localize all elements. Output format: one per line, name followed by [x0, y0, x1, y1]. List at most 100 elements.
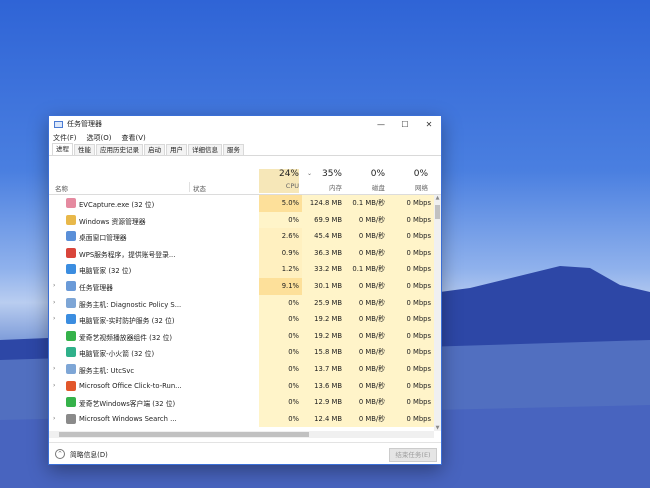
tab-app-history[interactable]: 应用历史记录: [96, 144, 143, 155]
tab-startup[interactable]: 启动: [144, 144, 165, 155]
process-icon: [66, 247, 76, 258]
table-row[interactable]: 桌面窗口管理器 2.6% 45.4 MB 0 MB/秒 0 Mbps: [49, 228, 434, 245]
column-disk[interactable]: 0% 磁盘: [345, 169, 385, 192]
cpu-value: 5.0%: [259, 195, 302, 212]
network-value: 0 Mbps: [388, 327, 434, 345]
expand-chevron-icon[interactable]: ›: [53, 315, 55, 322]
memory-value: 36.3 MB: [302, 244, 345, 262]
memory-value: 12.4 MB: [302, 410, 345, 428]
cpu-value: 0%: [259, 360, 302, 378]
disk-value: 0 MB/秒: [345, 277, 388, 295]
table-row[interactable]: 爱奇艺视频播放器组件 (32 位) 0% 19.2 MB 0 MB/秒 0 Mbps: [49, 327, 434, 345]
table-row[interactable]: 电脑管家 (32 位) 1.2% 33.2 MB 0.1 MB/秒 0 Mbps: [49, 261, 434, 278]
tab-processes[interactable]: 进程: [52, 143, 73, 155]
less-details-link[interactable]: 简略信息(D): [70, 449, 108, 459]
scroll-thumb[interactable]: [435, 205, 440, 219]
column-status[interactable]: 状态: [193, 183, 206, 193]
table-row[interactable]: › 服务主机: Diagnostic Policy S... 0% 25.9 MB 0 …: [49, 294, 434, 312]
menu-view[interactable]: 查看(V): [121, 133, 145, 143]
memory-value: 15.8 MB: [302, 344, 345, 361]
process-name: 服务主机: Diagnostic Policy S...: [79, 300, 182, 309]
process-rows: EVCapture.exe (32 位) 5.0% 124.8 MB 0.1 MB/秒…: [49, 195, 434, 431]
expand-chevron-icon[interactable]: ›: [53, 415, 55, 422]
table-row[interactable]: › 任务管理器 9.1% 30.1 MB 0 MB/秒 0 Mbps: [49, 277, 434, 295]
process-name: 电脑管家-小火箭 (32 位): [79, 350, 155, 359]
maximize-button[interactable]: ☐: [393, 116, 417, 132]
memory-label: 内存: [329, 184, 342, 192]
expand-chevron-icon[interactable]: ›: [53, 382, 55, 389]
menu-options[interactable]: 选项(O): [87, 133, 112, 143]
column-divider[interactable]: [189, 182, 190, 192]
process-icon: [66, 380, 76, 391]
table-row[interactable]: › 服务主机: UtcSvc 0% 13.7 MB 0 MB/秒 0 Mbps: [49, 360, 434, 378]
tab-services[interactable]: 服务: [223, 144, 244, 155]
close-button[interactable]: ✕: [417, 116, 441, 132]
cpu-value: 1.2%: [259, 261, 302, 278]
minimize-button[interactable]: —: [369, 116, 393, 132]
column-memory[interactable]: 35% 内存: [302, 169, 342, 192]
cpu-value: 0%: [259, 394, 302, 411]
memory-value: 12.9 MB: [302, 394, 345, 411]
vertical-scrollbar[interactable]: ▲ ▼: [434, 195, 441, 431]
memory-value: 45.4 MB: [302, 228, 345, 245]
process-name: 爱奇艺Windows客户端 (32 位): [79, 400, 176, 409]
process-icon: [66, 413, 76, 424]
table-row[interactable]: › Microsoft Office Click-to-Run... 0% 13.6 …: [49, 377, 434, 395]
process-name: 桌面窗口管理器: [79, 234, 127, 243]
memory-value: 13.6 MB: [302, 377, 345, 395]
table-row[interactable]: EVCapture.exe (32 位) 5.0% 124.8 MB 0.1 MB/秒…: [49, 195, 434, 212]
menu-file[interactable]: 文件(F): [53, 133, 77, 143]
scroll-up-icon[interactable]: ▲: [434, 195, 441, 201]
memory-value: 30.1 MB: [302, 277, 345, 295]
network-value: 0 Mbps: [388, 244, 434, 262]
process-icon: [66, 314, 76, 325]
process-name: 爱奇艺视频播放器组件 (32 位): [79, 333, 173, 342]
network-value: 0 Mbps: [388, 394, 434, 411]
process-name: EVCapture.exe (32 位): [79, 201, 155, 209]
column-name[interactable]: 名称: [55, 183, 68, 193]
memory-value: 69.9 MB: [302, 211, 345, 229]
expand-chevron-icon[interactable]: ›: [53, 299, 55, 306]
collapse-up-icon[interactable]: ^: [55, 448, 65, 459]
column-cpu[interactable]: 24% CPU: [259, 169, 299, 193]
table-row[interactable]: › Microsoft Windows Search ... 0% 12.4 MB 0 …: [49, 410, 434, 428]
network-value: 0 Mbps: [388, 261, 434, 278]
horizontal-scrollbar[interactable]: [49, 431, 434, 438]
disk-value: 0 MB/秒: [345, 394, 388, 411]
process-table: 名称 状态 ⌄ 24% CPU 35% 内存 0% 磁盘 0% 网络 EVCap…: [49, 168, 441, 442]
table-row[interactable]: › 电脑管家-实时防护服务 (32 位) 0% 19.2 MB 0 MB/秒 0 Mbps: [49, 311, 434, 328]
table-row[interactable]: 电脑管家-小火箭 (32 位) 0% 15.8 MB 0 MB/秒 0 Mbps: [49, 344, 434, 361]
table-row[interactable]: Windows 资源管理器 0% 69.9 MB 0 MB/秒 0 Mbps: [49, 211, 434, 229]
process-name: Microsoft Windows Search ...: [79, 414, 177, 423]
process-icon: [66, 214, 76, 225]
cpu-value: 0%: [259, 311, 302, 328]
disk-value: 0 MB/秒: [345, 294, 388, 312]
column-network[interactable]: 0% 网络: [388, 169, 428, 192]
end-task-button[interactable]: 结束任务(E): [389, 448, 437, 462]
memory-total: 35%: [321, 169, 342, 179]
table-row[interactable]: WPS服务程序，提供账号登录... 0.9% 36.3 MB 0 MB/秒 0 Mbps: [49, 244, 434, 262]
process-name: Windows 资源管理器: [79, 217, 146, 226]
network-value: 0 Mbps: [388, 344, 434, 361]
expand-chevron-icon[interactable]: ›: [53, 282, 55, 289]
memory-value: 19.2 MB: [302, 311, 345, 328]
expand-chevron-icon[interactable]: ›: [53, 365, 55, 372]
disk-value: 0.1 MB/秒: [345, 261, 388, 278]
table-row[interactable]: 爱奇艺Windows客户端 (32 位) 0% 12.9 MB 0 MB/秒 0 Mbp…: [49, 394, 434, 411]
scroll-down-icon[interactable]: ▼: [434, 425, 441, 431]
memory-value: 19.2 MB: [302, 327, 345, 345]
network-value: 0 Mbps: [388, 311, 434, 328]
tab-users[interactable]: 用户: [166, 144, 187, 155]
process-icon: [66, 198, 76, 208]
tab-performance[interactable]: 性能: [74, 144, 95, 155]
disk-label: 磁盘: [372, 184, 385, 192]
network-value: 0 Mbps: [388, 277, 434, 295]
cpu-value: 0%: [259, 344, 302, 361]
title-bar: 任务管理器 — ☐ ✕: [49, 116, 441, 132]
table-header: 名称 状态 ⌄ 24% CPU 35% 内存 0% 磁盘 0% 网络: [49, 168, 441, 195]
tab-details[interactable]: 详细信息: [188, 144, 222, 155]
cpu-value: 2.6%: [259, 228, 302, 245]
menu-bar: 文件(F) 选项(O) 查看(V): [49, 132, 441, 143]
hscroll-thumb[interactable]: [59, 432, 309, 437]
process-name: 电脑管家-实时防护服务 (32 位): [79, 317, 175, 326]
